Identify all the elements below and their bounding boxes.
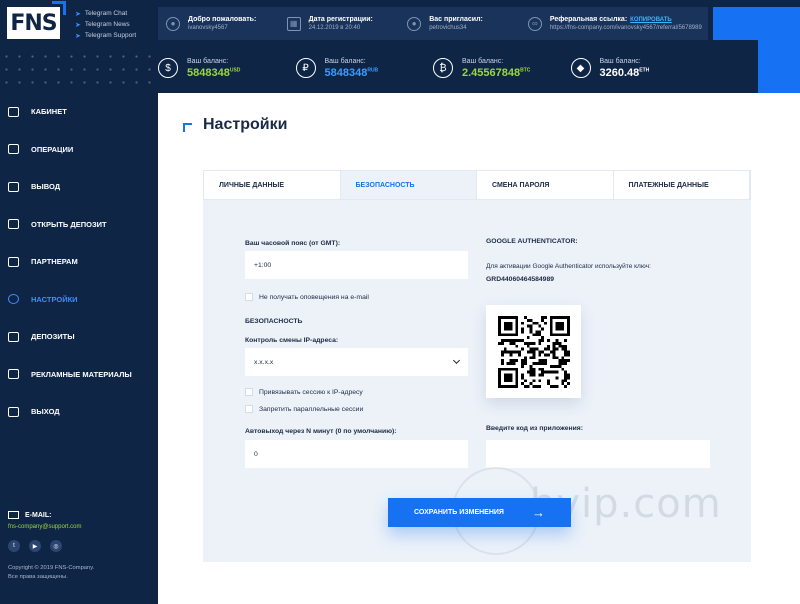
security-heading: БЕЗОПАСНОСТЬ [245, 318, 303, 325]
youtube-icon[interactable]: ▶ [29, 540, 41, 552]
sidebar-item-withdraw[interactable]: ВЫВОД [0, 168, 158, 206]
settings-icon [8, 294, 19, 305]
balance-eth: ◆ Ваш баланс: 3260.48ETH [570, 50, 709, 86]
chevron-down-icon [452, 356, 461, 365]
users-icon: ● [407, 16, 422, 31]
telegram-icon: ➤ [75, 10, 81, 18]
app-code-label: Введите код из приложения: [486, 425, 584, 432]
save-changes-button[interactable]: СОХРАНИТЬ ИЗМЕНЕНИЯ → [388, 498, 571, 527]
ethereum-coin-icon: ◆ [570, 58, 591, 78]
telegram-links: ➤ Telegram Chat ➤ Telegram News ➤ Telegram … [75, 8, 136, 41]
sidebar-item-open-deposit[interactable]: ОТКРЫТЬ ДЕПОЗИТ [0, 206, 158, 244]
sidebar-item-settings[interactable]: НАСТРОЙКИ [0, 281, 158, 319]
qr-code [497, 315, 570, 388]
deposit-open-icon [8, 219, 19, 230]
copy-referral-link[interactable]: КОПИРОВАТЬ [630, 17, 672, 23]
decorative-corner [713, 7, 800, 93]
no-email-notifications-checkbox[interactable]: Не получать оповещения на e-mail [245, 293, 369, 301]
instagram-icon[interactable]: ◎ [50, 540, 62, 552]
operations-icon [8, 144, 19, 155]
balances: $ Ваш баланс: 5848348USD ₽ Ваш баланс: 584… [158, 50, 708, 86]
sidebar-footer: E-MAIL: fns-company@support.com t ▶ ◎ Co… [8, 511, 118, 582]
google-authenticator-heading: GOOGLE AUTHENTICATOR: [486, 238, 578, 245]
bitcoin-coin-icon: ₿ [433, 58, 453, 78]
autologout-input[interactable]: 0 [245, 440, 468, 468]
dashboard-icon [8, 106, 19, 117]
referrer-info: ● Вас пригласил: petrovichus34 [399, 7, 520, 40]
partners-icon [8, 256, 19, 267]
copyright: Copyright © 2019 FNS-Company. Все права з… [8, 565, 95, 580]
sidebar-item-logout[interactable]: ВЫХОД [0, 393, 158, 431]
ip-control-label: Контроль смены IP-адреса: [245, 337, 339, 344]
promo-icon [8, 369, 19, 380]
ip-control-select[interactable]: x.x.x.x [245, 348, 468, 376]
top-header: FNS ➤ Telegram Chat ➤ Telegram News ➤ Teleg… [0, 0, 800, 93]
page-title: Настройки [183, 116, 287, 134]
deposits-icon [8, 331, 19, 342]
qr-code-card [486, 305, 581, 398]
sidebar-item-operations[interactable]: ОПЕРАЦИИ [0, 131, 158, 169]
tab-personal-data[interactable]: ЛИЧНЫЕ ДАННЫЕ [204, 171, 341, 199]
app-code-input[interactable] [486, 440, 710, 468]
twitter-icon[interactable]: t [8, 540, 20, 552]
settings-tabs: ЛИЧНЫЕ ДАННЫЕ БЕЗОПАСНОСТЬ СМЕНА ПАРОЛЯ … [203, 170, 751, 200]
tab-security[interactable]: БЕЗОПАСНОСТЬ [340, 171, 477, 199]
calendar-icon: ▦ [286, 16, 301, 31]
user-icon: ● [166, 16, 180, 31]
autologout-label: Автовыход через N минут (0 по умолчанию)… [245, 428, 397, 435]
referral-link-info: ∞ Реферальная ссылка: КОПИРОВАТЬ https://f… [520, 7, 708, 40]
ga-key: GRD44060464584989 [486, 276, 555, 283]
telegram-news-link[interactable]: ➤ Telegram News [75, 19, 136, 30]
bind-session-ip-checkbox[interactable]: Привязывать сессию к IP-адресу [245, 388, 363, 396]
sidebar-item-deposits[interactable]: ДЕПОЗИТЫ [0, 318, 158, 356]
ruble-coin-icon: ₽ [295, 58, 316, 78]
balance-btc: ₿ Ваш баланс: 2.45567848BTC [433, 50, 571, 86]
sidebar-item-promo[interactable]: РЕКЛАМНЫЕ МАТЕРИАЛЫ [0, 356, 158, 394]
tab-change-password[interactable]: СМЕНА ПАРОЛЯ [477, 171, 614, 199]
sidebar-item-partners[interactable]: ПАРТНЕРАМ [0, 243, 158, 281]
logout-icon [8, 406, 19, 417]
account-info-strip: ● Добро пожаловать: ivanovsky4567 ▦ Дата … [158, 7, 708, 40]
withdraw-icon [8, 181, 19, 192]
registration-info: ▦ Дата регистрации: 24.12.2019 в 20:40 [279, 7, 400, 40]
timezone-input[interactable]: +1:00 [245, 251, 468, 279]
balance-rub: ₽ Ваш баланс: 5848348RUB [295, 50, 434, 86]
tab-payment-data[interactable]: ПЛАТЕЖНЫЕ ДАННЫЕ [614, 171, 750, 199]
link-icon: ∞ [527, 16, 542, 31]
telegram-chat-link[interactable]: ➤ Telegram Chat [75, 8, 136, 19]
timezone-label: Ваш часовой пояс (от GMT): [245, 240, 341, 247]
logo[interactable]: FNS [7, 1, 66, 39]
dollar-coin-icon: $ [158, 58, 178, 78]
telegram-support-link[interactable]: ➤ Telegram Support [75, 30, 136, 41]
sidebar: КАБИНЕТ ОПЕРАЦИИ ВЫВОД ОТКРЫТЬ ДЕПОЗИТ П… [0, 93, 158, 604]
support-email[interactable]: fns-company@support.com [8, 524, 118, 530]
welcome-info: ● Добро пожаловать: ivanovsky4567 [158, 7, 279, 40]
mail-icon [8, 511, 19, 519]
arrow-right-icon: → [531, 505, 545, 520]
forbid-parallel-sessions-checkbox[interactable]: Запретить параллельные сессии [245, 405, 363, 413]
balance-usd: $ Ваш баланс: 5848348USD [158, 50, 296, 86]
sidebar-item-cabinet[interactable]: КАБИНЕТ [0, 93, 158, 131]
telegram-icon: ➤ [75, 32, 81, 40]
dot-pattern [0, 50, 158, 90]
ga-description: Для активации Google Authenticator испол… [486, 263, 651, 270]
telegram-icon: ➤ [75, 21, 81, 29]
